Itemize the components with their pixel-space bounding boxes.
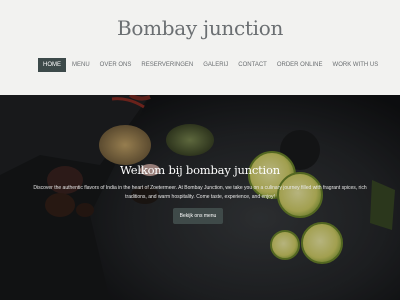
main-nav: HOME MENU OVER ONS RESERVERINGEN GALERIJ… [38, 58, 384, 72]
view-menu-button[interactable]: Bekijk ons menu [173, 208, 223, 224]
nav-item-contact[interactable]: CONTACT [234, 58, 271, 72]
hero-section: Welkom bij bombay junction Discover the … [0, 95, 400, 300]
nav-item-order-online[interactable]: ORDER ONLINE [273, 58, 327, 72]
hero-title: Welkom bij bombay junction [120, 163, 280, 177]
nav-item-work-with-us[interactable]: WORK WITH US [329, 58, 383, 72]
hero-description: Discover the authentic flavors of India … [33, 185, 367, 200]
nav-item-home[interactable]: HOME [38, 58, 66, 72]
nav-item-over-ons[interactable]: OVER ONS [96, 58, 136, 72]
nav-item-galerij[interactable]: GALERIJ [199, 58, 232, 72]
site-title[interactable]: Bombay junction [0, 16, 400, 40]
site-header: Bombay junction HOME MENU OVER ONS RESER… [0, 0, 400, 95]
nav-item-menu[interactable]: MENU [68, 58, 94, 72]
nav-item-reserveringen[interactable]: RESERVERINGEN [137, 58, 197, 72]
